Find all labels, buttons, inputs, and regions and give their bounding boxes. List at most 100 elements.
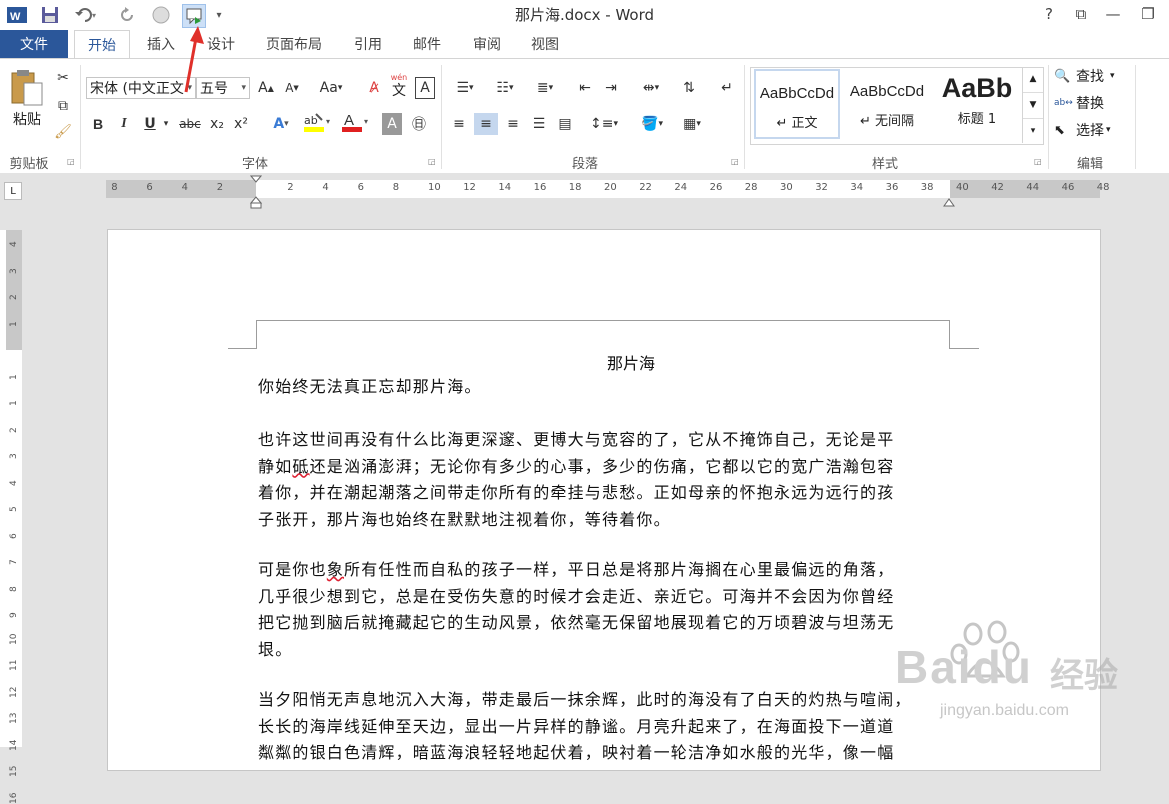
minimize-button[interactable]: —	[1100, 3, 1126, 25]
shrink-font-icon[interactable]: A ▼	[282, 77, 302, 99]
paragraph-launcher-icon[interactable]: ◲	[731, 157, 739, 166]
restore-button[interactable]: ❐	[1135, 3, 1161, 25]
char-shading-icon[interactable]: A	[382, 113, 402, 135]
highlight-color-icon[interactable]: ab ▾	[302, 111, 334, 133]
font-color-icon[interactable]: A ▾	[340, 111, 372, 133]
align-center-icon[interactable]: ≡	[474, 113, 498, 135]
paragraph-2[interactable]: 也许这世间再没有什么比海更深邃、更博大与宽容的了，它从不掩饰自己，无论是平 静如…	[258, 427, 950, 533]
styles-launcher-icon[interactable]: ◲	[1034, 157, 1042, 166]
tab-page-layout[interactable]: 页面布局	[256, 30, 332, 58]
superscript-button[interactable]: x²	[230, 113, 252, 135]
right-indent-marker-icon[interactable]	[943, 192, 955, 207]
ruler-tick-label: 28	[744, 182, 758, 193]
style-preview: AaBbCcDd	[849, 83, 925, 100]
clipboard-launcher-icon[interactable]: ◲	[67, 157, 75, 166]
phonetic-guide-icon[interactable]: wén 文	[388, 73, 410, 101]
scroll-up-icon[interactable]: ▲	[1023, 67, 1043, 92]
text-line: 着你，并在潮起潮落之间带走你所有的牵挂与悲愁。正如母亲的怀抱永远为远行的孩	[258, 483, 895, 502]
style-name: 标题 1	[957, 112, 997, 127]
spelling-error[interactable]: 砥	[292, 457, 309, 476]
indent-marker-icon[interactable]	[249, 175, 263, 209]
replace-button[interactable]: ab↔ 替换	[1054, 92, 1130, 114]
ribbon-display-button[interactable]: ⧉	[1068, 3, 1094, 25]
chinese-layout-icon[interactable]: ⇹ ▾	[634, 77, 668, 99]
font-name-combo[interactable]: 宋体 (中文正文 ▾	[86, 77, 196, 99]
char-border-icon[interactable]: A	[415, 77, 435, 99]
shading-icon[interactable]: 🪣 ▾	[634, 113, 670, 135]
italic-button[interactable]: I	[114, 113, 134, 135]
font-name-value: 宋体 (中文正文	[90, 81, 184, 97]
vruler-tick-label: 11	[9, 659, 19, 671]
show-marks-icon[interactable]: ↵	[716, 77, 738, 99]
vruler-top-margin	[6, 230, 22, 350]
align-right-icon[interactable]: ≡	[502, 113, 524, 135]
change-case-button[interactable]: Aa ▾	[314, 77, 348, 99]
borders-icon[interactable]: ▦ ▾	[674, 113, 710, 135]
paragraph-1[interactable]: 你始终无法真正忘却那片海。	[258, 374, 950, 401]
watermark-suffix: 经验	[1050, 656, 1118, 696]
select-label: 选择	[1076, 123, 1104, 139]
style-normal[interactable]: AaBbCcDd ↵ 正文	[754, 69, 840, 139]
decrease-indent-icon[interactable]: ⇤	[574, 77, 596, 99]
enclose-char-icon[interactable]: ㊐	[408, 113, 430, 135]
ruler-tick-label: 8	[111, 182, 118, 193]
tab-review[interactable]: 审阅	[462, 30, 512, 58]
align-left-icon[interactable]: ≡	[448, 113, 470, 135]
grow-font-icon[interactable]: A ▲	[256, 77, 276, 99]
strikethrough-button[interactable]: abc	[178, 113, 202, 135]
tab-file[interactable]: 文件	[0, 30, 68, 58]
header-border	[256, 320, 950, 321]
numbering-icon[interactable]: ☷ ▾	[488, 77, 522, 99]
find-button[interactable]: 🔍 查找 ▾	[1054, 65, 1130, 87]
select-button[interactable]: ⬉ 选择 ▾	[1054, 119, 1130, 141]
bold-button[interactable]: B	[88, 113, 108, 135]
document-heading[interactable]: 那片海	[258, 350, 1004, 374]
spelling-error[interactable]: 象	[327, 560, 344, 579]
pinyin-char-text: 文	[392, 83, 406, 99]
tab-references[interactable]: 引用	[344, 30, 392, 58]
sort-icon[interactable]: ⇅	[678, 77, 700, 99]
scroll-down-icon[interactable]: ▼	[1023, 92, 1043, 118]
style-heading-1[interactable]: AaBb 标题 1	[934, 69, 1020, 139]
underline-button[interactable]: U	[140, 113, 160, 135]
paste-icon[interactable]	[8, 67, 48, 109]
copy-icon[interactable]: ⧉	[52, 95, 74, 117]
text-effects-icon[interactable]: A ▾	[266, 113, 296, 135]
increase-indent-icon[interactable]: ⇥	[600, 77, 622, 99]
vruler-tick-label: 12	[9, 686, 19, 698]
vruler-tick-label: 5	[9, 506, 19, 512]
title-bar: W ▾ ▾ 那片海.docx - Word ? ⧉ — ❐	[0, 0, 1169, 30]
paste-button-label[interactable]: 粘贴	[10, 109, 44, 129]
format-painter-icon[interactable]: 🖌	[52, 121, 74, 143]
tab-view[interactable]: 视图	[520, 30, 570, 58]
subscript-button[interactable]: x₂	[206, 113, 228, 135]
tab-mailings[interactable]: 邮件	[402, 30, 452, 58]
ruler-tick-label: 42	[991, 182, 1004, 193]
window-title: 那片海.docx - Word	[514, 6, 655, 24]
more-styles-icon[interactable]: ▾	[1023, 118, 1043, 143]
group-separator	[744, 65, 745, 169]
style-no-spacing[interactable]: AaBbCcDd ↵ 无间隔	[844, 69, 930, 139]
find-label: 查找	[1076, 69, 1104, 85]
tab-selector[interactable]: L	[4, 182, 22, 200]
vruler-tick-label: 9	[9, 612, 19, 618]
distributed-icon[interactable]: ▤	[554, 113, 576, 135]
replace-icon: ab↔	[1054, 98, 1073, 108]
clear-format-icon[interactable]: A̷	[364, 77, 384, 99]
underline-dropdown-icon[interactable]: ▾	[160, 113, 172, 135]
svg-text:▾: ▾	[326, 117, 330, 126]
multilevel-list-icon[interactable]: ≣ ▾	[528, 77, 562, 99]
crop-mark	[949, 348, 979, 349]
group-separator	[1048, 65, 1049, 169]
cut-icon[interactable]: ✂	[52, 67, 74, 89]
help-button[interactable]: ?	[1036, 3, 1062, 25]
tab-home[interactable]: 开始	[74, 30, 130, 59]
group-separator	[1135, 65, 1136, 169]
line-spacing-icon[interactable]: ↕≡ ▾	[586, 113, 622, 135]
vruler-tick-label: 6	[9, 532, 19, 539]
font-launcher-icon[interactable]: ◲	[428, 157, 436, 166]
justify-icon[interactable]: ☰	[528, 113, 550, 135]
bullets-icon[interactable]: ☰ ▾	[448, 77, 482, 99]
ruler-tick-label: 32	[815, 182, 828, 193]
tab-insert[interactable]: 插入	[136, 30, 186, 58]
